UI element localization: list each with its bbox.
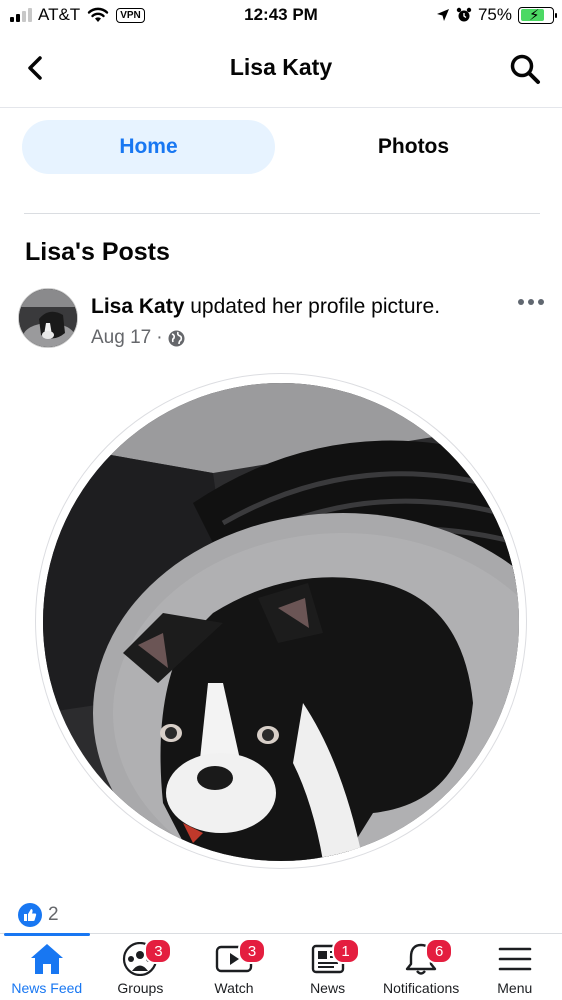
nav-groups[interactable]: 3 Groups — [94, 934, 188, 1000]
bottom-navigation: News Feed 3 Groups 3 Watch 1 News 6 Noti… — [0, 933, 562, 1000]
profile-tabs: Home Photos — [22, 120, 540, 174]
nav-news-feed[interactable]: News Feed — [0, 933, 94, 1000]
nav-watch[interactable]: 3 Watch — [187, 934, 281, 1000]
groups-badge: 3 — [144, 938, 173, 964]
divider — [24, 213, 540, 214]
nav-label-news-feed: News Feed — [11, 980, 83, 996]
nav-news[interactable]: 1 News — [281, 934, 375, 1000]
menu-icon — [498, 947, 532, 971]
section-title: Lisa's Posts — [25, 238, 170, 266]
post-author[interactable]: Lisa Katy — [91, 295, 184, 318]
nav-label-watch: Watch — [214, 980, 254, 996]
nav-label-groups: Groups — [117, 980, 164, 996]
status-bar-right: 75% ⚡ — [436, 5, 557, 25]
nav-notifications[interactable]: 6 Notifications — [374, 934, 468, 1000]
alarm-icon — [456, 7, 472, 22]
battery-icon: ⚡ — [518, 6, 557, 24]
globe-icon — [168, 330, 185, 346]
avatar[interactable] — [18, 288, 78, 348]
charging-bolt-icon: ⚡ — [529, 6, 540, 24]
nav-label-news: News — [310, 980, 346, 996]
battery-percent: 75% — [477, 5, 512, 24]
post-date[interactable]: Aug 17 — [91, 327, 151, 349]
nav-label-notifications: Notifications — [383, 980, 460, 996]
reaction-count: 2 — [48, 904, 59, 925]
status-bar: AT&T VPN 12:43 PM 75% ⚡ — [0, 0, 562, 32]
post-headline: Lisa Katy updated her profile picture. — [91, 295, 440, 319]
reactions-summary[interactable]: 2 — [18, 903, 59, 927]
avatar-dog-image — [19, 289, 77, 347]
profile-picture-image[interactable] — [43, 383, 519, 861]
page-title: Lisa Katy — [229, 54, 333, 80]
meta-separator: · — [156, 327, 163, 348]
search-icon[interactable] — [508, 52, 542, 86]
tab-photos[interactable]: Photos — [287, 120, 540, 174]
post-action: updated her profile picture. — [190, 295, 441, 318]
home-icon — [30, 944, 63, 974]
tab-home[interactable]: Home — [22, 120, 275, 174]
post-meta: Aug 17 · — [91, 327, 185, 349]
notifications-badge: 6 — [425, 938, 454, 964]
nav-label-menu: Menu — [497, 980, 533, 996]
location-arrow-icon — [436, 9, 449, 21]
nav-menu[interactable]: Menu — [468, 934, 562, 1000]
watch-badge: 3 — [237, 938, 266, 964]
top-header: Lisa Katy — [0, 32, 562, 108]
post-more-options-icon[interactable] — [518, 296, 544, 308]
news-badge: 1 — [331, 938, 360, 964]
like-icon — [18, 903, 42, 927]
